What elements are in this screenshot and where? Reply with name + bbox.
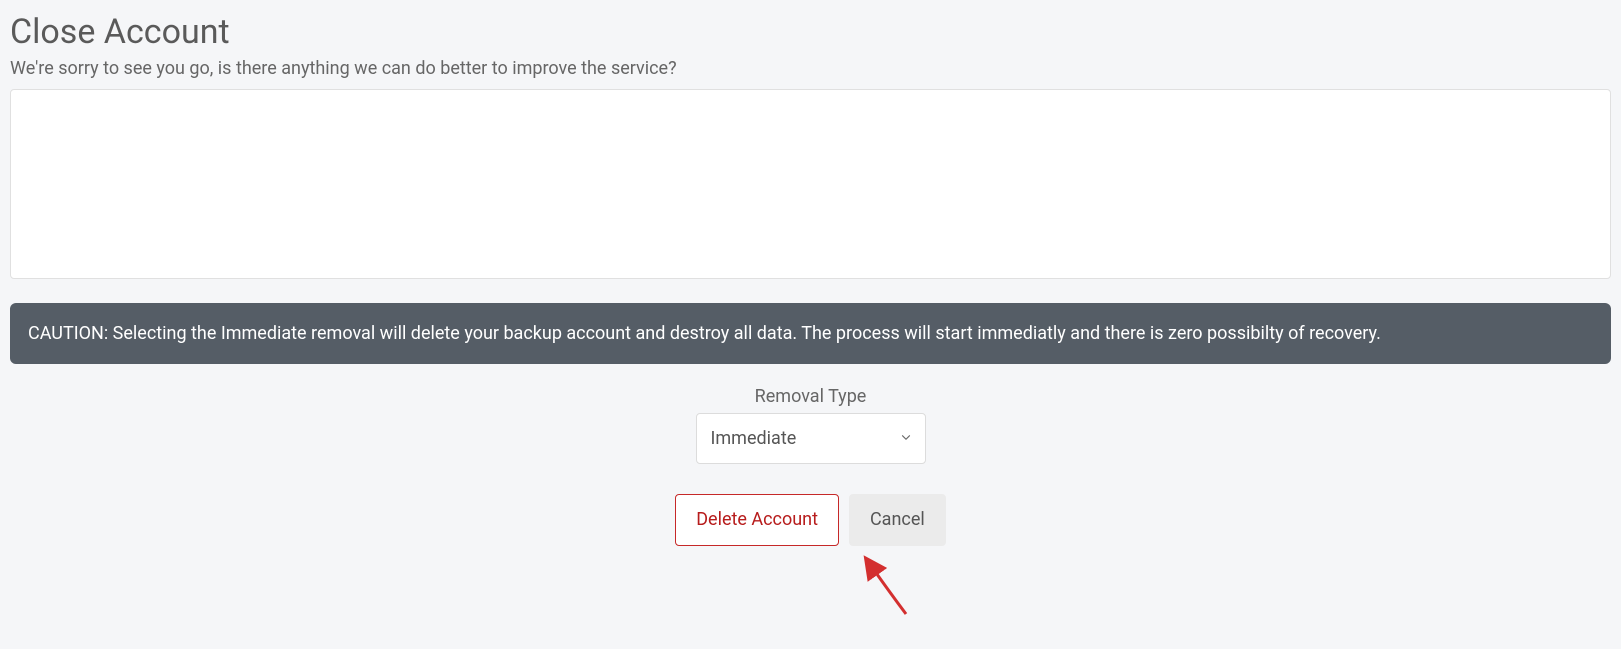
removal-type-label: Removal Type: [10, 386, 1611, 407]
removal-type-select-wrapper: Immediate: [696, 413, 926, 464]
feedback-textarea[interactable]: [10, 89, 1611, 279]
removal-type-select[interactable]: Immediate: [697, 414, 925, 463]
cancel-button[interactable]: Cancel: [849, 494, 946, 546]
annotation-arrow-icon: [846, 554, 926, 634]
page-title: Close Account: [10, 12, 1611, 52]
caution-banner: CAUTION: Selecting the Immediate removal…: [10, 303, 1611, 364]
delete-account-button[interactable]: Delete Account: [675, 494, 839, 546]
page-subtext: We're sorry to see you go, is there anyt…: [10, 58, 1611, 79]
